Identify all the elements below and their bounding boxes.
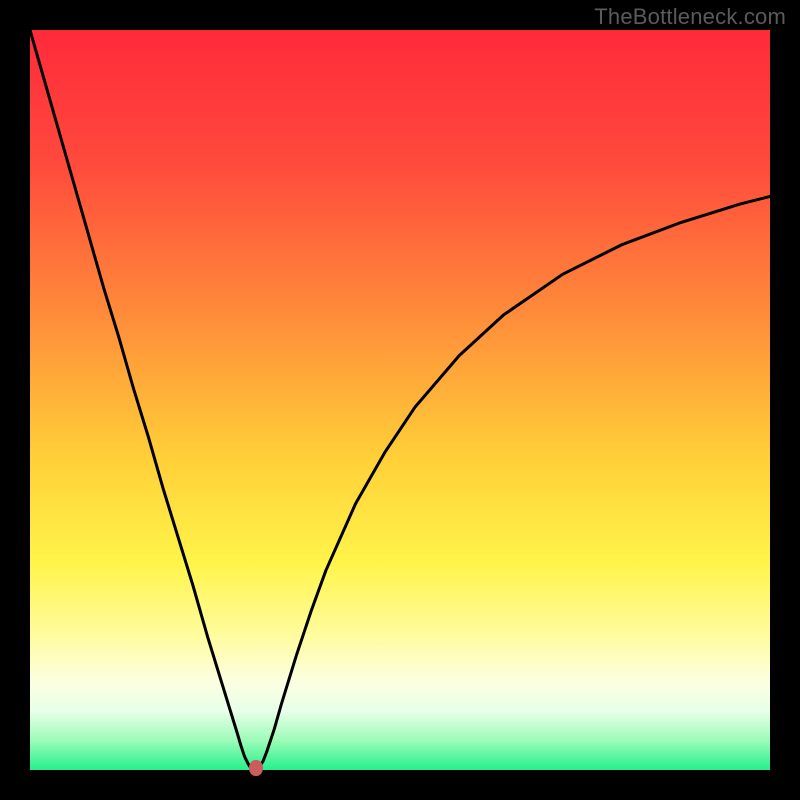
- gradient-background: [30, 30, 770, 770]
- minimum-marker: [249, 760, 263, 776]
- bottleneck-chart: [30, 30, 770, 770]
- chart-frame: TheBottleneck.com: [0, 0, 800, 800]
- watermark-text: TheBottleneck.com: [594, 4, 786, 30]
